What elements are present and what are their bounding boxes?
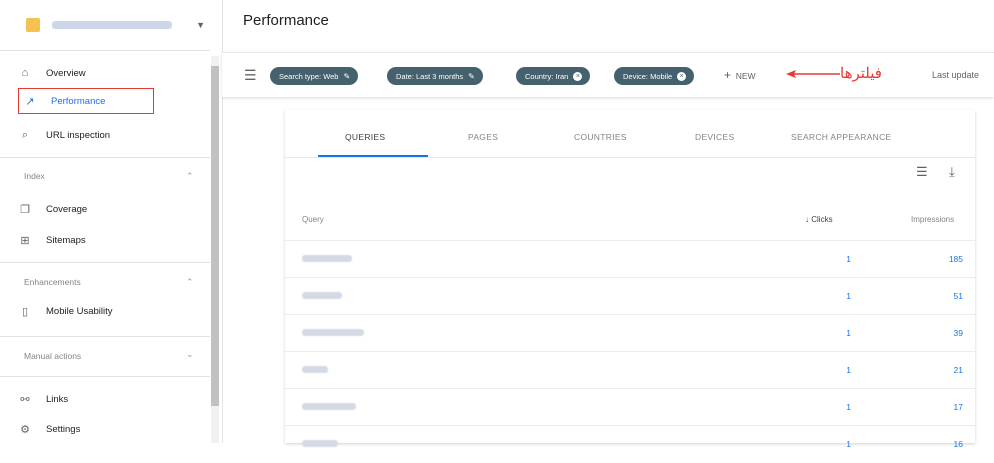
filter-toolbar: ☰ Search type: Web ✎ Date: Last 3 months ✎… bbox=[222, 52, 994, 97]
download-icon[interactable]: ⤓ bbox=[949, 164, 955, 180]
sidebar-scrollbar[interactable] bbox=[211, 56, 219, 443]
query-redacted bbox=[302, 329, 364, 336]
table-row[interactable]: 1 16 bbox=[285, 425, 975, 463]
filter-icon[interactable]: ☰ bbox=[244, 67, 257, 84]
divider bbox=[285, 157, 975, 158]
gear-icon: ⚙ bbox=[20, 423, 30, 436]
filter-chip-country[interactable]: Country: Iran × bbox=[516, 67, 591, 85]
chevron-up-icon[interactable]: ⌃ bbox=[186, 277, 194, 288]
filter-chip-date[interactable]: Date: Last 3 months ✎ bbox=[387, 67, 483, 85]
close-icon[interactable]: × bbox=[573, 71, 583, 81]
scrollbar-thumb[interactable] bbox=[211, 66, 219, 406]
table-filter-icon[interactable]: ☰ bbox=[916, 164, 928, 180]
filters-annotation: فیلترها bbox=[840, 65, 882, 82]
column-header-query[interactable]: Query bbox=[302, 215, 324, 224]
section-enhancements-label[interactable]: Enhancements bbox=[24, 277, 81, 287]
annotation-arrow-icon bbox=[786, 70, 840, 78]
tab-countries[interactable]: COUNTRIES bbox=[574, 132, 627, 142]
table-row[interactable]: 1 51 bbox=[285, 277, 975, 315]
query-redacted bbox=[302, 440, 338, 447]
sidebar-item-performance[interactable]: ↗ Performance bbox=[18, 88, 154, 114]
property-favicon-icon bbox=[26, 18, 40, 32]
sidebar-item-settings[interactable]: ⚙ Settings bbox=[18, 418, 208, 440]
phone-icon: ▯ bbox=[21, 305, 29, 318]
sidebar: ▼ ⌂ Overview ↗ Performance ⌕ URL inspect… bbox=[0, 0, 223, 443]
query-redacted bbox=[302, 292, 342, 299]
coverage-icon: ❐ bbox=[20, 203, 30, 216]
plus-icon: + bbox=[724, 68, 732, 82]
sidebar-item-mobile-usability[interactable]: ▯ Mobile Usability bbox=[18, 300, 208, 322]
tab-search-appearance[interactable]: SEARCH APPEARANCE bbox=[791, 132, 892, 142]
table-row[interactable]: 1 39 bbox=[285, 314, 975, 352]
chevron-up-icon[interactable]: ⌃ bbox=[186, 171, 194, 182]
property-selector[interactable]: ▼ bbox=[12, 8, 217, 42]
dropdown-caret-icon[interactable]: ▼ bbox=[196, 20, 205, 30]
divider bbox=[0, 336, 210, 337]
column-header-clicks[interactable]: ↓ Clicks bbox=[805, 215, 833, 224]
sidebar-item-coverage[interactable]: ❐ Coverage bbox=[18, 198, 208, 220]
table-row[interactable]: 1 21 bbox=[285, 351, 975, 389]
arrow-down-icon: ↓ bbox=[805, 215, 809, 224]
section-index-label[interactable]: Index bbox=[24, 171, 45, 181]
query-redacted bbox=[302, 255, 352, 262]
query-redacted bbox=[302, 366, 328, 373]
sitemap-icon: ⊞ bbox=[20, 234, 30, 247]
tab-pages[interactable]: PAGES bbox=[468, 132, 498, 142]
tab-queries[interactable]: QUERIES bbox=[345, 132, 385, 142]
home-icon: ⌂ bbox=[21, 67, 29, 79]
divider bbox=[0, 157, 210, 158]
sidebar-item-links[interactable]: ⚯ Links bbox=[18, 388, 208, 410]
sidebar-item-sitemaps[interactable]: ⊞ Sitemaps bbox=[18, 229, 208, 251]
tab-devices[interactable]: DEVICES bbox=[695, 132, 734, 142]
new-filter-button[interactable]: + NEW bbox=[724, 68, 756, 82]
edit-pencil-icon[interactable]: ✎ bbox=[343, 72, 350, 81]
results-card: QUERIES PAGES COUNTRIES DEVICES SEARCH A… bbox=[285, 110, 975, 449]
page-title: Performance bbox=[243, 12, 329, 29]
edit-pencil-icon[interactable]: ✎ bbox=[468, 72, 475, 81]
sidebar-item-url-inspection[interactable]: ⌕ URL inspection bbox=[18, 124, 208, 146]
filter-chip-device[interactable]: Device: Mobile × bbox=[614, 67, 695, 85]
query-redacted bbox=[302, 403, 356, 410]
sidebar-item-overview[interactable]: ⌂ Overview bbox=[18, 62, 208, 84]
last-updated-text: Last update bbox=[932, 70, 980, 80]
search-icon: ⌕ bbox=[21, 128, 29, 141]
filter-chip-search-type[interactable]: Search type: Web ✎ bbox=[270, 67, 359, 85]
links-icon: ⚯ bbox=[20, 393, 30, 406]
property-url-redacted bbox=[52, 21, 172, 29]
close-icon[interactable]: × bbox=[677, 71, 687, 81]
trending-icon: ↗ bbox=[25, 95, 35, 108]
divider bbox=[0, 262, 210, 263]
section-manual-actions-label[interactable]: Manual actions bbox=[24, 351, 81, 361]
chevron-down-icon[interactable]: ⌄ bbox=[186, 349, 194, 360]
divider bbox=[0, 376, 210, 377]
table-row[interactable]: 1 185 bbox=[285, 240, 975, 278]
divider bbox=[0, 50, 210, 51]
column-header-impressions[interactable]: Impressions bbox=[911, 215, 954, 224]
table-row[interactable]: 1 17 bbox=[285, 388, 975, 426]
